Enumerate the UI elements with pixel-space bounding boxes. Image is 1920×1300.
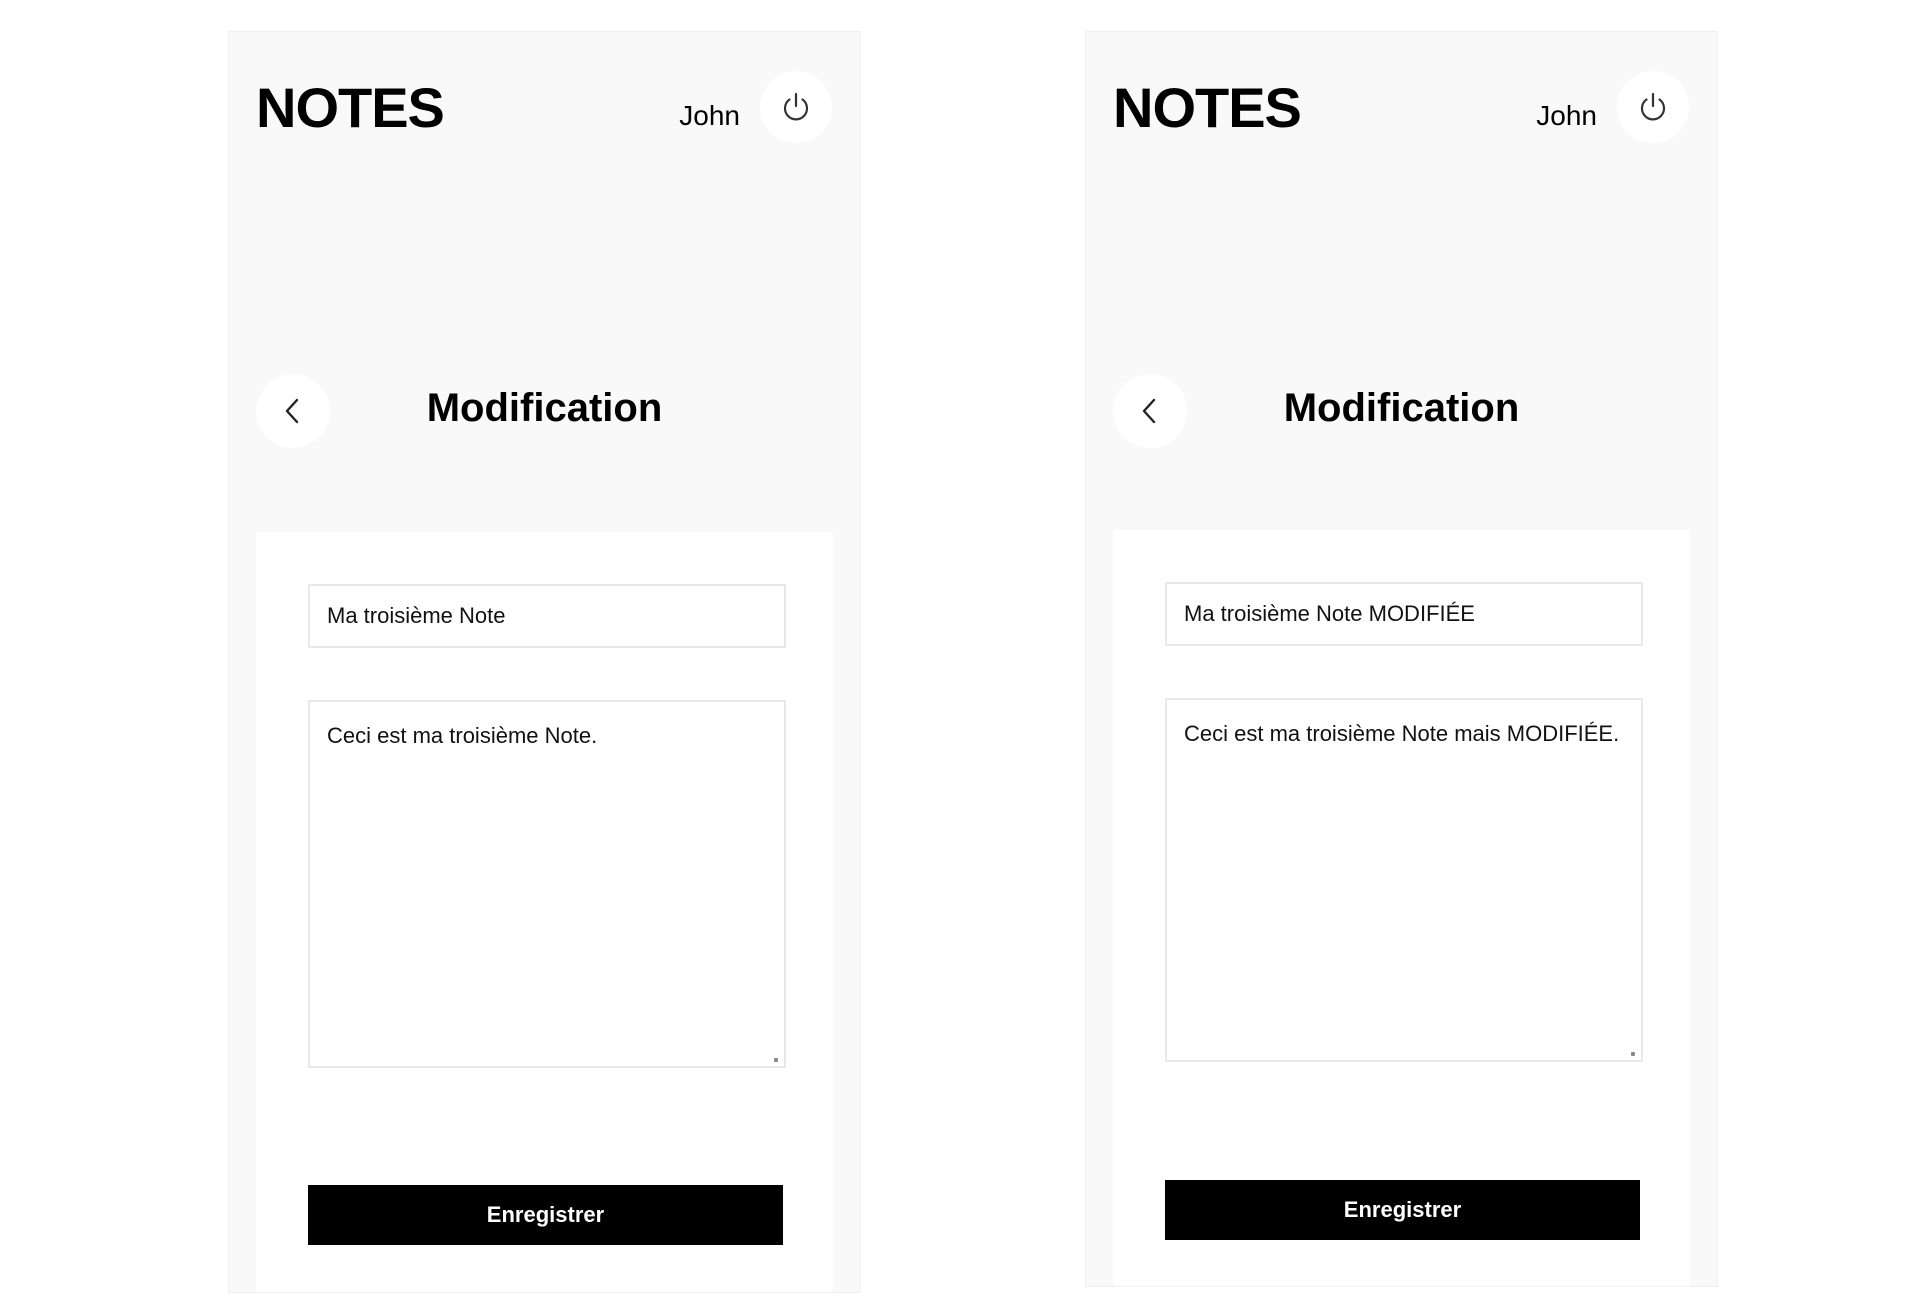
note-content-textarea[interactable]: Ceci est ma troisième Note mais MODIFIÉE… — [1165, 698, 1643, 1062]
user-name: John — [679, 100, 740, 131]
note-content-textarea[interactable]: Ceci est ma troisième Note. — [308, 700, 786, 1068]
app-title: NOTES — [256, 76, 445, 139]
app-title: NOTES — [1113, 76, 1302, 139]
save-button[interactable]: Enregistrer — [1165, 1180, 1640, 1240]
note-title-input[interactable] — [308, 584, 786, 648]
edit-form: Ceci est ma troisième Note mais MODIFIÉE… — [1113, 530, 1690, 1286]
edit-screen-before: NOTES John Modification Ceci est ma troi… — [228, 31, 861, 1293]
logout-button[interactable] — [1617, 71, 1689, 143]
power-icon — [1640, 92, 1666, 121]
logout-button[interactable] — [760, 71, 832, 143]
textarea-resize-handle[interactable] — [1631, 1052, 1635, 1056]
edit-screen-after: NOTES John Modification Ceci est ma troi… — [1085, 31, 1718, 1287]
save-button[interactable]: Enregistrer — [308, 1185, 783, 1245]
textarea-resize-handle[interactable] — [774, 1058, 778, 1062]
note-title-input[interactable] — [1165, 582, 1643, 646]
edit-form: Ceci est ma troisième Note. Enregistrer — [256, 532, 833, 1292]
page-title: Modification — [1283, 386, 1520, 430]
user-name: John — [1536, 100, 1597, 131]
power-icon — [783, 92, 809, 121]
page-title: Modification — [426, 386, 663, 430]
